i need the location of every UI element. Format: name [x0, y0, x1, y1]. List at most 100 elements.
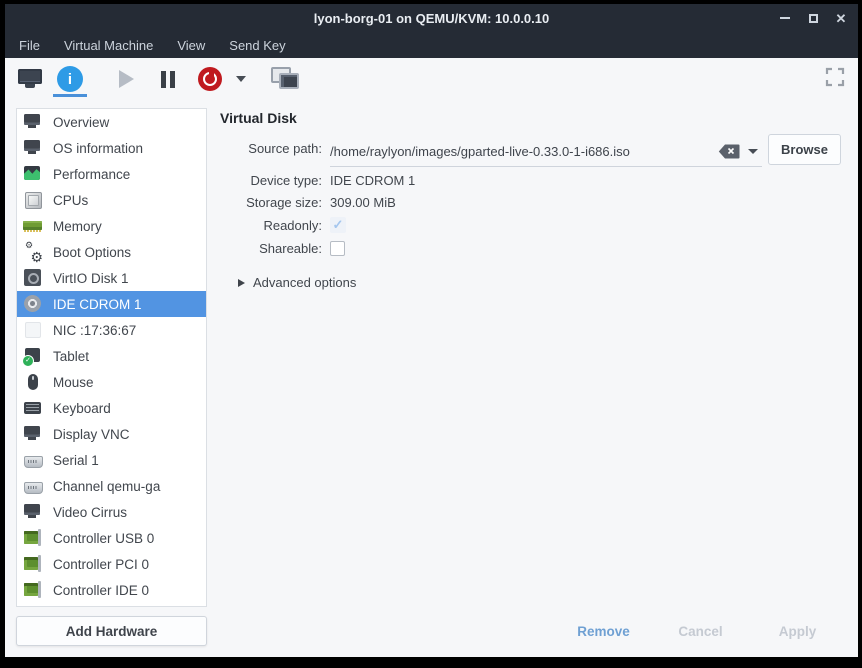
device-type-label: Device type:	[220, 173, 322, 188]
entry-dropdown-caret-icon[interactable]	[748, 149, 758, 154]
shutdown-button[interactable]	[193, 62, 227, 96]
shutdown-menu-button[interactable]	[231, 62, 251, 96]
sidebar-item-label: Controller USB 0	[53, 531, 154, 546]
sidebar-item-tablet[interactable]: Tablet	[17, 343, 206, 369]
mouse-icon	[23, 373, 43, 391]
remove-button[interactable]: Remove	[555, 618, 652, 644]
shareable-checkbox[interactable]	[330, 241, 345, 256]
sidebar-item-display-vnc[interactable]: Display VNC	[17, 421, 206, 447]
run-play-icon	[119, 70, 134, 88]
sidebar-item-label: Channel qemu-ga	[53, 479, 160, 494]
menu-send-key[interactable]: Send Key	[217, 32, 297, 58]
tablet-check-icon	[23, 347, 43, 365]
sidebar-item-keyboard[interactable]: Keyboard	[17, 395, 206, 421]
readonly-checkbox: ✓	[330, 217, 346, 233]
controller-card-icon	[23, 529, 43, 547]
monitor-icon	[23, 425, 43, 443]
performance-chart-icon	[23, 165, 43, 183]
maximize-icon	[809, 14, 818, 23]
titlebar[interactable]: lyon-borg-01 on QEMU/KVM: 10.0.0.10 ✕	[5, 4, 858, 32]
sidebar-item-video-cirrus[interactable]: Video Cirrus	[17, 499, 206, 525]
close-icon: ✕	[836, 12, 847, 25]
sidebar-item-cpus[interactable]: CPUs	[17, 187, 206, 213]
sidebar-item-label: Controller PCI 0	[53, 557, 149, 572]
sidebar-item-label: Overview	[53, 115, 109, 130]
shareable-row: Shareable:	[220, 241, 345, 256]
menu-view[interactable]: View	[165, 32, 217, 58]
menu-virtual-machine[interactable]: Virtual Machine	[52, 32, 165, 58]
monitor-stand	[284, 85, 290, 89]
sidebar-item-label: Controller IDE 0	[53, 583, 149, 598]
close-button[interactable]: ✕	[834, 11, 848, 25]
advanced-options-expander[interactable]: Advanced options	[238, 275, 356, 290]
sidebar-item-serial-1[interactable]: Serial 1	[17, 447, 206, 473]
source-path-entry[interactable]: /home/raylyon/images/gparted-live-0.33.0…	[330, 137, 762, 167]
expander-triangle-icon	[238, 279, 245, 287]
sidebar-item-label: Boot Options	[53, 245, 131, 260]
window-controls: ✕	[778, 4, 848, 32]
sidebar-item-controller-pci-0[interactable]: Controller PCI 0	[17, 551, 206, 577]
sidebar-item-channel-qemu-ga[interactable]: Channel qemu-ga	[17, 473, 206, 499]
sidebar-item-mouse[interactable]: Mouse	[17, 369, 206, 395]
browse-button[interactable]: Browse	[768, 134, 841, 165]
sidebar-item-overview[interactable]: Overview	[17, 109, 206, 135]
maximize-button[interactable]	[806, 11, 820, 25]
cancel-button[interactable]: Cancel	[652, 618, 749, 644]
sidebar-item-controller-usb-0[interactable]: Controller USB 0	[17, 525, 206, 551]
controller-card-icon	[23, 581, 43, 599]
fullscreen-button[interactable]	[824, 66, 846, 88]
sidebar-item-os-information[interactable]: OS information	[17, 135, 206, 161]
serial-port-icon	[23, 477, 43, 495]
sidebar-item-nic[interactable]: NIC :17:36:67	[17, 317, 206, 343]
run-button[interactable]	[109, 62, 143, 96]
serial-port-icon	[23, 451, 43, 469]
manager-button[interactable]	[267, 62, 301, 96]
source-path-value: /home/raylyon/images/gparted-live-0.33.0…	[330, 144, 718, 159]
sidebar-item-memory[interactable]: Memory	[17, 213, 206, 239]
sidebar-item-label: IDE CDROM 1	[53, 297, 142, 312]
apply-button[interactable]: Apply	[749, 618, 846, 644]
source-path-label: Source path:	[220, 141, 322, 156]
details-view-button[interactable]: i	[53, 62, 87, 96]
console-view-button[interactable]	[13, 62, 47, 96]
sidebar-item-label: Tablet	[53, 349, 89, 364]
network-interface-icon	[23, 321, 43, 339]
menubar: File Virtual Machine View Send Key	[5, 32, 858, 58]
console-monitor-icon	[18, 69, 42, 89]
header-block: lyon-borg-01 on QEMU/KVM: 10.0.0.10 ✕ Fi…	[5, 4, 858, 58]
monitor-icon	[23, 503, 43, 521]
sidebar-item-boot-options[interactable]: Boot Options	[17, 239, 206, 265]
action-bar: Remove Cancel Apply	[555, 618, 846, 644]
sidebar-item-label: Memory	[53, 219, 102, 234]
monitor-icon	[23, 113, 43, 131]
pause-button[interactable]	[151, 62, 185, 96]
storage-size-row: Storage size: 309.00 MiB	[220, 195, 396, 210]
controller-card-icon	[23, 555, 43, 573]
memory-stick-icon	[23, 217, 43, 235]
shutdown-menu-caret-icon	[236, 76, 246, 82]
source-path-row: Source path:	[220, 141, 330, 156]
keyboard-icon	[23, 399, 43, 417]
storage-size-label: Storage size:	[220, 195, 322, 210]
gears-icon	[23, 243, 43, 261]
clear-entry-icon[interactable]	[718, 144, 740, 159]
sidebar-item-label: OS information	[53, 141, 143, 156]
sidebar-item-virtio-disk-1[interactable]: VirtIO Disk 1	[17, 265, 206, 291]
device-type-row: Device type: IDE CDROM 1	[220, 173, 415, 188]
minimize-button[interactable]	[778, 11, 792, 25]
vm-details-window: lyon-borg-01 on QEMU/KVM: 10.0.0.10 ✕ Fi…	[5, 4, 858, 657]
sidebar-item-label: Display VNC	[53, 427, 130, 442]
hardware-list: Overview OS information Performance CPUs…	[16, 108, 207, 607]
device-type-value: IDE CDROM 1	[330, 173, 415, 188]
add-hardware-button[interactable]: Add Hardware	[16, 616, 207, 646]
power-stem	[209, 71, 212, 78]
sidebar-item-label: VirtIO Disk 1	[53, 271, 129, 286]
sidebar-item-label: Keyboard	[53, 401, 111, 416]
sidebar-item-performance[interactable]: Performance	[17, 161, 206, 187]
toolbar: i	[5, 58, 858, 100]
storage-size-value: 309.00 MiB	[330, 195, 396, 210]
sidebar-item-label: NIC :17:36:67	[53, 323, 136, 338]
sidebar-item-ide-cdrom-1[interactable]: IDE CDROM 1	[17, 291, 206, 317]
sidebar-item-controller-ide-0[interactable]: Controller IDE 0	[17, 577, 206, 603]
menu-file[interactable]: File	[7, 32, 52, 58]
